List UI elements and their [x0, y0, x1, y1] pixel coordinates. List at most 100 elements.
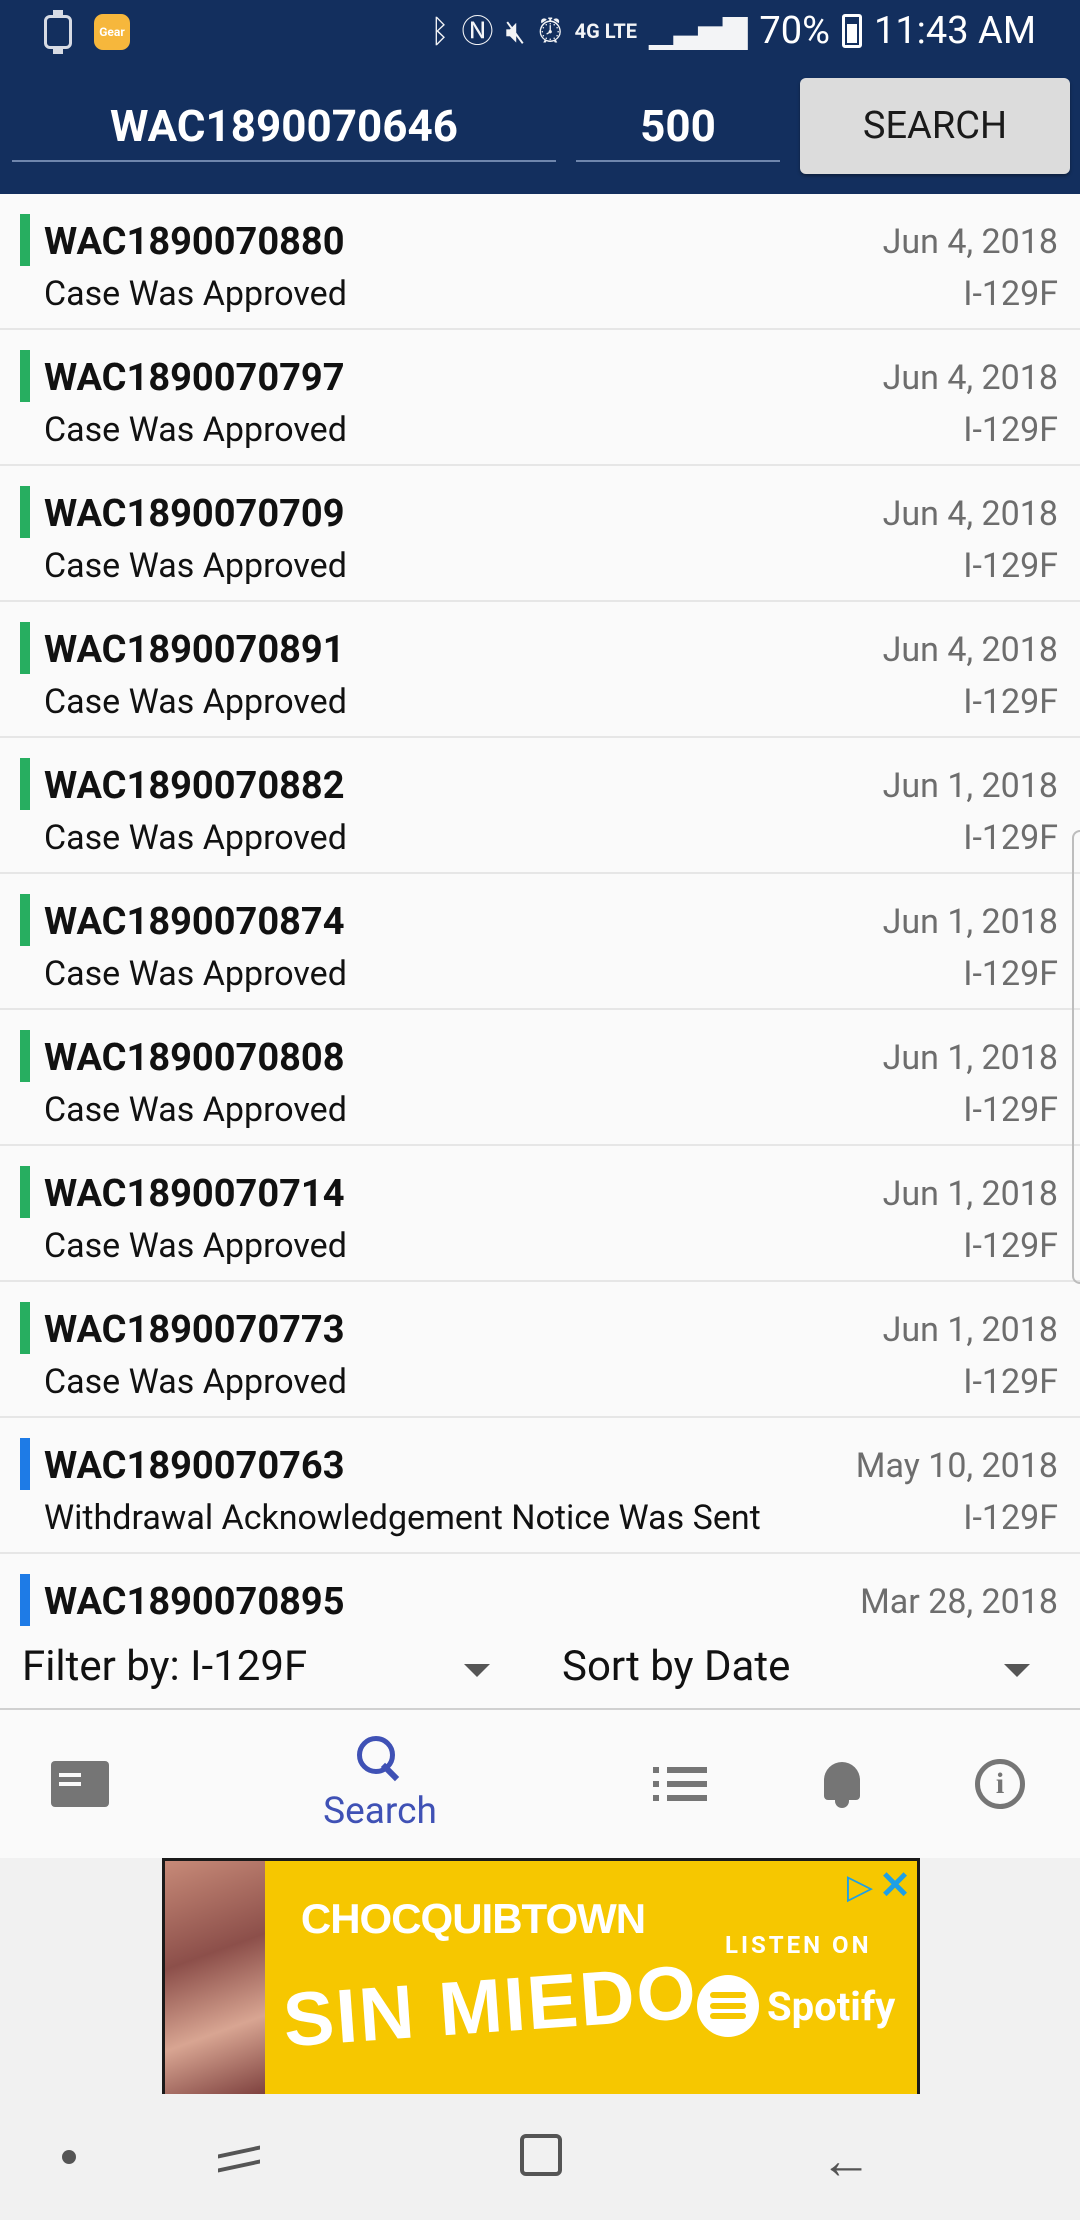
case-date: Jun 1, 2018	[882, 902, 1058, 942]
case-list-item[interactable]: WAC1890070891 Case Was Approved Jun 4, 201…	[0, 602, 1080, 738]
case-number: WAC1890070880	[44, 220, 345, 264]
status-color-indicator	[20, 1574, 30, 1626]
status-color-indicator	[20, 1302, 30, 1354]
case-date: Jun 4, 2018	[882, 358, 1058, 398]
nav-search[interactable]: Search	[300, 1710, 460, 1858]
case-form-type: I-129F	[963, 1362, 1058, 1402]
nav-notifications[interactable]	[792, 1710, 892, 1858]
card-icon	[51, 1761, 109, 1807]
case-date: May 10, 2018	[855, 1446, 1058, 1486]
status-color-indicator	[20, 758, 30, 810]
case-status: Case Was Approved	[44, 410, 347, 450]
case-list-item[interactable]: WAC1890070882 Case Was Approved Jun 1, 201…	[0, 738, 1080, 874]
bluetooth-icon: ᛒ	[430, 12, 450, 50]
status-color-indicator	[20, 1166, 30, 1218]
case-number: WAC1890070714	[44, 1172, 345, 1216]
scrollbar[interactable]	[1072, 830, 1080, 1284]
case-date: Jun 4, 2018	[882, 222, 1058, 262]
case-status: Case Was Approved	[44, 1090, 347, 1130]
case-form-type: I-129F	[963, 954, 1058, 994]
status-color-indicator	[20, 486, 30, 538]
nav-info[interactable]: i	[950, 1710, 1050, 1858]
case-list-item[interactable]: WAC1890070709 Case Was Approved Jun 4, 201…	[0, 466, 1080, 602]
signal-icon: ▁▃▅▇	[648, 12, 748, 50]
case-form-type: I-129F	[963, 274, 1058, 314]
filter-dropdown[interactable]: Filter by: I-129F	[22, 1642, 307, 1691]
spotify-icon	[697, 1975, 759, 2037]
ad-listen-on: LISTEN ON	[725, 1931, 872, 1959]
case-list[interactable]: WAC1890070880 Case Was Approved Jun 4, 201…	[0, 194, 1080, 1626]
case-list-item[interactable]: WAC1890070797 Case Was Approved Jun 4, 201…	[0, 330, 1080, 466]
case-number: WAC1890070773	[44, 1308, 345, 1352]
case-list-item[interactable]: WAC1890070714 Case Was Approved Jun 1, 201…	[0, 1146, 1080, 1282]
battery-percent: 70%	[759, 9, 830, 53]
adchoices-icon[interactable]: ▷	[847, 1867, 873, 1907]
case-date: Jun 4, 2018	[882, 630, 1058, 670]
smartwatch-icon	[44, 10, 72, 54]
nav-dot-icon[interactable]	[62, 2150, 76, 2164]
case-date: Mar 28, 2018	[860, 1582, 1058, 1622]
back-icon[interactable]: ←	[820, 2130, 872, 2191]
status-color-indicator	[20, 214, 30, 266]
ad-close-icon[interactable]: ✕	[879, 1863, 911, 1908]
case-status: Case Was Approved	[44, 1362, 347, 1402]
case-form-type: I-129F	[963, 1090, 1058, 1130]
mute-icon: 🔇︎	[505, 12, 526, 50]
sort-chevron-down-icon[interactable]	[1004, 1664, 1030, 1677]
list-icon	[653, 1763, 707, 1805]
case-date: Jun 1, 2018	[882, 1174, 1058, 1214]
case-status: Case Was Approved	[44, 818, 347, 858]
bottom-navigation: Search i	[0, 1710, 1080, 1858]
case-number: WAC1890070882	[44, 764, 345, 808]
case-number: WAC1890070763	[44, 1444, 345, 1488]
nav-search-label: Search	[323, 1789, 437, 1833]
case-number: WAC1890070709	[44, 492, 345, 536]
case-list-item[interactable]: WAC1890070895 Mar 28, 2018	[0, 1554, 1080, 1626]
case-status: Case Was Approved	[44, 274, 347, 314]
ad-song-title: SIN MIEDO	[280, 1949, 701, 2064]
case-status: Case Was Approved	[44, 1226, 347, 1266]
ad-service-name: Spotify	[767, 1982, 896, 2030]
recent-apps-icon[interactable]	[218, 2136, 262, 2176]
nfc-icon: Ⓝ	[461, 12, 494, 50]
case-number-input[interactable]: WAC1890070646	[12, 90, 556, 162]
status-color-indicator	[20, 622, 30, 674]
case-date: Jun 1, 2018	[882, 1310, 1058, 1350]
ad-banner[interactable]: CHOCQUIBTOWN SIN MIEDO LISTEN ON Spotify…	[162, 1858, 920, 2094]
case-list-item[interactable]: WAC1890070874 Case Was Approved Jun 1, 201…	[0, 874, 1080, 1010]
system-navigation-bar: ←	[0, 2094, 1080, 2220]
case-status: Withdrawal Acknowledgement Notice Was Se…	[44, 1498, 761, 1538]
case-list-item[interactable]: WAC1890070880 Case Was Approved Jun 4, 201…	[0, 194, 1080, 330]
case-list-item[interactable]: WAC1890070763 Withdrawal Acknowledgement …	[0, 1418, 1080, 1554]
case-form-type: I-129F	[963, 1498, 1058, 1538]
case-form-type: I-129F	[963, 682, 1058, 722]
status-color-indicator	[20, 1438, 30, 1490]
case-number: WAC1890070891	[44, 628, 345, 672]
sort-dropdown[interactable]: Sort by Date	[562, 1642, 790, 1691]
case-date: Jun 4, 2018	[882, 494, 1058, 534]
ad-artist-name: CHOCQUIBTOWN	[300, 1895, 646, 1942]
case-form-type: I-129F	[963, 410, 1058, 450]
ad-artist-photo	[165, 1861, 265, 2094]
search-button[interactable]: SEARCH	[800, 78, 1070, 174]
status-color-indicator	[20, 894, 30, 946]
home-icon[interactable]	[520, 2134, 562, 2176]
ad-area: CHOCQUIBTOWN SIN MIEDO LISTEN ON Spotify…	[0, 1858, 1080, 2094]
case-date: Jun 1, 2018	[882, 766, 1058, 806]
case-form-type: I-129F	[963, 546, 1058, 586]
filter-chevron-down-icon[interactable]	[464, 1664, 490, 1677]
alarm-icon: ⏰︎	[537, 12, 563, 50]
case-status: Case Was Approved	[44, 546, 347, 586]
info-icon: i	[975, 1759, 1025, 1809]
network-type-icon: 4G LTE	[574, 19, 637, 43]
status-color-indicator	[20, 1030, 30, 1082]
case-date: Jun 1, 2018	[882, 1038, 1058, 1078]
case-list-item[interactable]: WAC1890070808 Case Was Approved Jun 1, 201…	[0, 1010, 1080, 1146]
status-bar: Gear ᛒ Ⓝ 🔇︎ ⏰︎ 4G LTE ▁▃▅▇ 70% 11:43 AM	[0, 0, 1080, 62]
count-input[interactable]: 500	[576, 90, 780, 162]
nav-list[interactable]	[630, 1710, 730, 1858]
nav-cases[interactable]	[30, 1710, 130, 1858]
bell-icon	[820, 1760, 864, 1808]
case-list-item[interactable]: WAC1890070773 Case Was Approved Jun 1, 201…	[0, 1282, 1080, 1418]
case-form-type: I-129F	[963, 818, 1058, 858]
